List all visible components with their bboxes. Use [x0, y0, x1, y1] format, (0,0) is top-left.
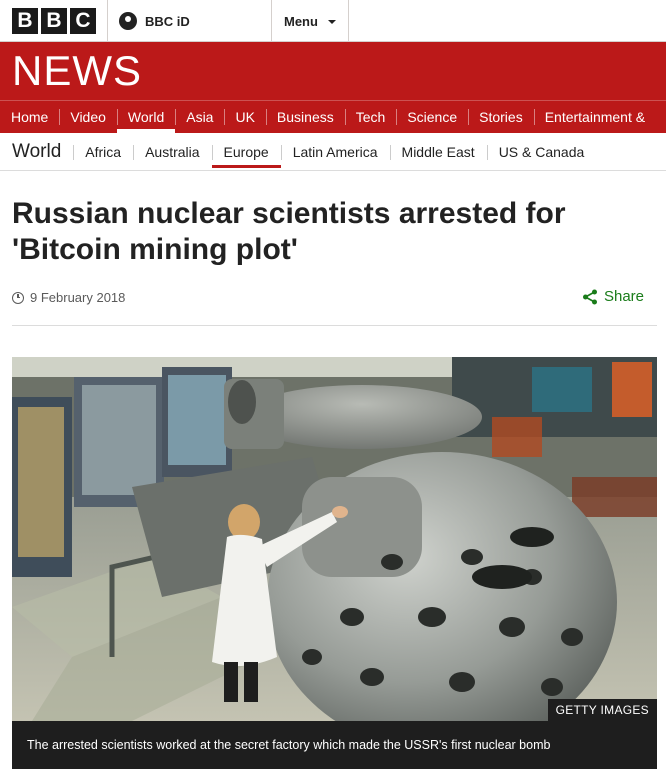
- subnav-item-latin-america[interactable]: Latin America: [280, 133, 390, 171]
- subnav-item-us-canada[interactable]: US & Canada: [486, 133, 597, 171]
- news-wordmark[interactable]: NEWS: [12, 49, 142, 93]
- masthead-divider: [348, 0, 349, 42]
- nav-item-science[interactable]: Science: [396, 101, 468, 133]
- share-icon: [582, 289, 597, 304]
- nav-item-world[interactable]: World: [116, 101, 176, 133]
- subnav-item-australia[interactable]: Australia: [133, 133, 211, 171]
- nuclear-bomb-photo: [12, 357, 657, 721]
- article-meta: 9 February 2018 Share: [12, 288, 657, 326]
- news-banner: NEWS: [0, 42, 666, 100]
- nav-item-stories[interactable]: Stories: [468, 101, 534, 133]
- logo-letter-c: C: [70, 8, 96, 34]
- nav-item-video[interactable]: Video: [59, 101, 117, 133]
- nav-item-home[interactable]: Home: [0, 101, 59, 133]
- nav-item-asia[interactable]: Asia: [175, 101, 224, 133]
- image-credit: GETTY IMAGES: [547, 699, 657, 721]
- article-headline: Russian nuclear scientists arrested for …: [12, 197, 566, 266]
- bbc-logo[interactable]: B B C: [12, 8, 96, 34]
- image-caption: The arrested scientists worked at the se…: [12, 721, 657, 769]
- subnav-item-middle-east[interactable]: Middle East: [389, 133, 487, 171]
- bbc-id-label: BBC iD: [145, 13, 190, 29]
- bbc-id-link[interactable]: BBC iD: [119, 0, 190, 42]
- section-title[interactable]: World: [0, 133, 73, 171]
- nav-item-business[interactable]: Business: [265, 101, 345, 133]
- share-button[interactable]: Share: [582, 288, 644, 305]
- primary-nav: Home Video World Asia UK Business Tech S…: [0, 100, 666, 133]
- menu-button[interactable]: Menu: [284, 0, 336, 42]
- clock-icon: [12, 291, 24, 304]
- masthead: B B C BBC iD Menu: [0, 0, 666, 42]
- nav-item-tech[interactable]: Tech: [344, 101, 397, 133]
- date-text: 9 February 2018: [30, 290, 126, 305]
- subnav-item-africa[interactable]: Africa: [73, 133, 133, 171]
- masthead-divider: [271, 0, 272, 42]
- subnav-item-europe[interactable]: Europe: [211, 133, 281, 171]
- masthead-divider: [107, 0, 108, 42]
- hero-image: GETTY IMAGES: [12, 357, 657, 721]
- logo-letter-b2: B: [41, 8, 67, 34]
- user-avatar-icon: [119, 12, 137, 30]
- chevron-down-icon: [327, 20, 336, 24]
- share-label: Share: [603, 288, 644, 305]
- secondary-nav: World Africa Australia Europe Latin Amer…: [0, 133, 666, 171]
- nav-item-entertainment[interactable]: Entertainment &: [533, 101, 656, 133]
- article-date: 9 February 2018: [12, 290, 125, 305]
- logo-letter-b1: B: [12, 8, 38, 34]
- menu-label: Menu: [284, 13, 318, 29]
- nav-item-uk[interactable]: UK: [224, 101, 265, 133]
